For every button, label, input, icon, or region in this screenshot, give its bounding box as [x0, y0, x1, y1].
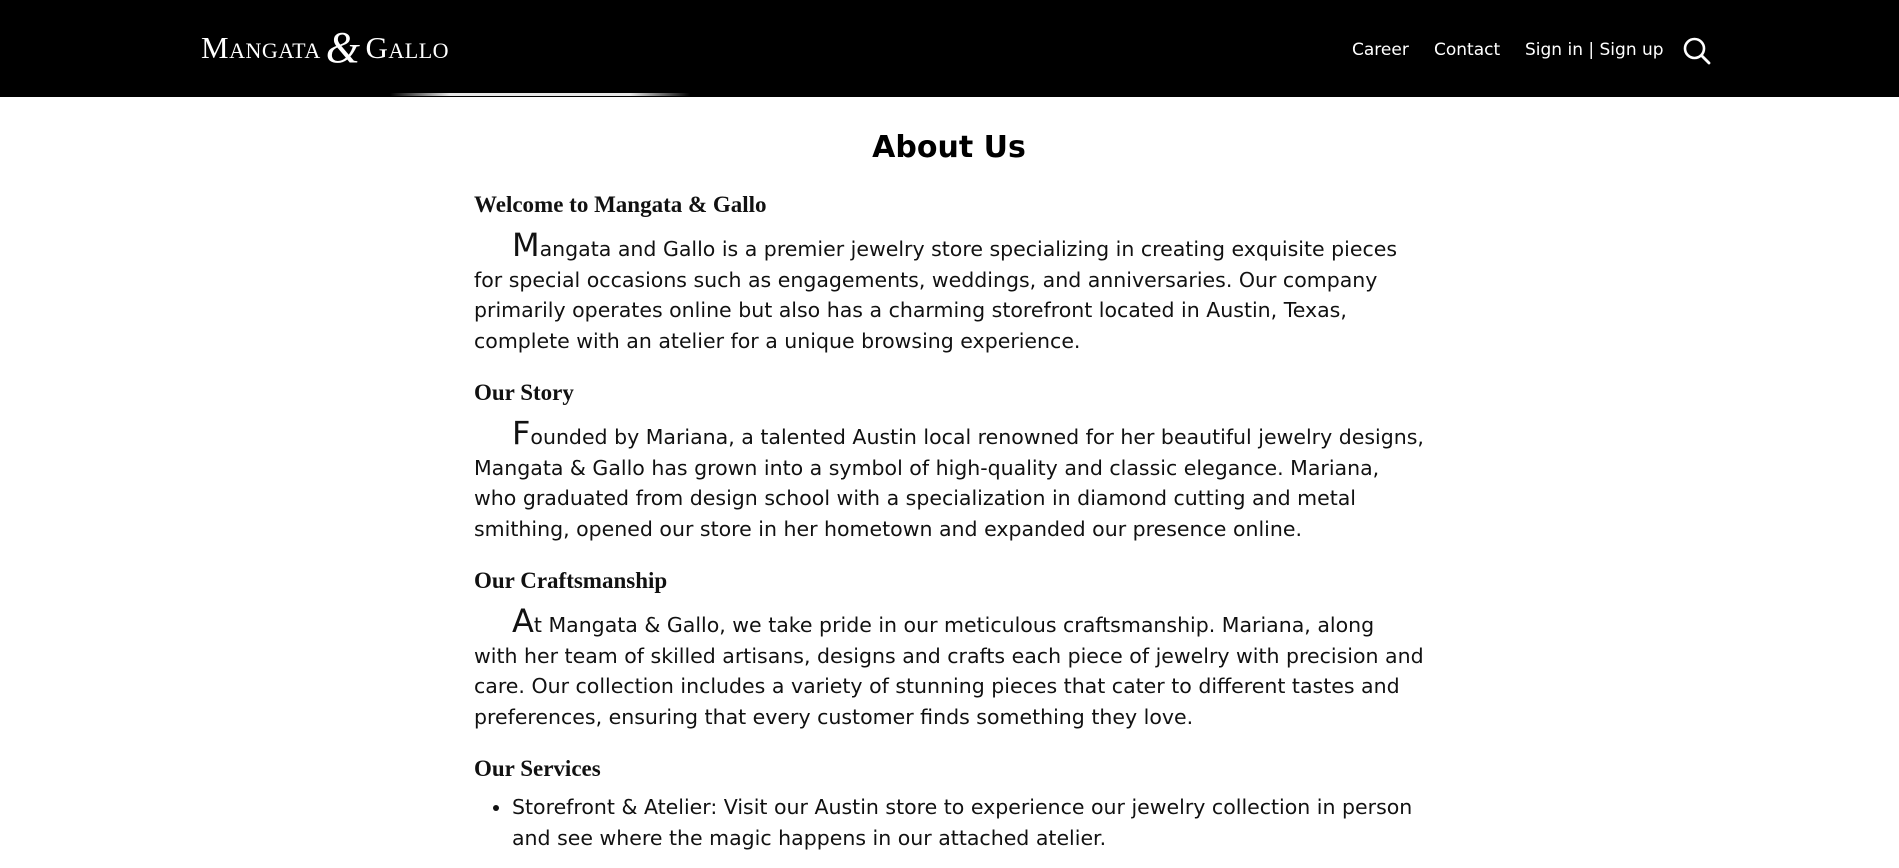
drop-cap: F [512, 414, 531, 452]
nav-career-link[interactable]: Career [1352, 38, 1409, 62]
search-button[interactable] [1681, 35, 1713, 67]
search-icon [1683, 37, 1711, 65]
logo-underline-decoration [390, 93, 690, 96]
page-title: About Us [872, 130, 1026, 165]
section-heading: Our Story [474, 380, 574, 405]
services-section: Our Services Storefront & Atelier: Visit… [474, 754, 1424, 853]
list-item: Storefront & Atelier: Visit our Austin s… [512, 792, 1424, 853]
drop-cap: A [512, 602, 534, 640]
logo-word-1: Mangata [201, 30, 321, 65]
brand-logo[interactable]: Mangata & Gallo [201, 24, 450, 70]
nav-signin-signup-link[interactable]: Sign in | Sign up [1525, 38, 1664, 62]
craftsmanship-section: Our Craftsmanship At Mangata & Gallo, we… [474, 566, 1424, 732]
paragraph-text: t Mangata & Gallo, we take pride in our … [474, 613, 1424, 729]
section-heading: Welcome to Mangata & Gallo [474, 192, 767, 217]
nav-contact-link[interactable]: Contact [1434, 38, 1500, 62]
section-paragraph: At Mangata & Gallo, we take pride in our… [474, 605, 1424, 732]
story-section: Our Story Founded by Mariana, a talented… [474, 378, 1424, 544]
section-heading: Our Craftsmanship [474, 568, 668, 593]
section-heading: Our Services [474, 756, 601, 781]
services-list: Storefront & Atelier: Visit our Austin s… [474, 792, 1424, 853]
welcome-section: Welcome to Mangata & Gallo Mangata and G… [474, 190, 1424, 356]
logo-word-2: Gallo [365, 30, 450, 65]
paragraph-text: angata and Gallo is a premier jewelry st… [474, 237, 1398, 353]
section-paragraph: Mangata and Gallo is a premier jewelry s… [474, 229, 1424, 356]
paragraph-text: ounded by Mariana, a talented Austin loc… [474, 425, 1424, 541]
section-paragraph: Founded by Mariana, a talented Austin lo… [474, 417, 1424, 544]
drop-cap: M [512, 226, 540, 264]
logo-ampersand: & [325, 23, 361, 72]
about-content: About Us Welcome to Mangata & Gallo Mang… [474, 128, 1424, 853]
top-navigation-bar: Mangata & Gallo Career Contact Sign in | S… [0, 0, 1899, 97]
